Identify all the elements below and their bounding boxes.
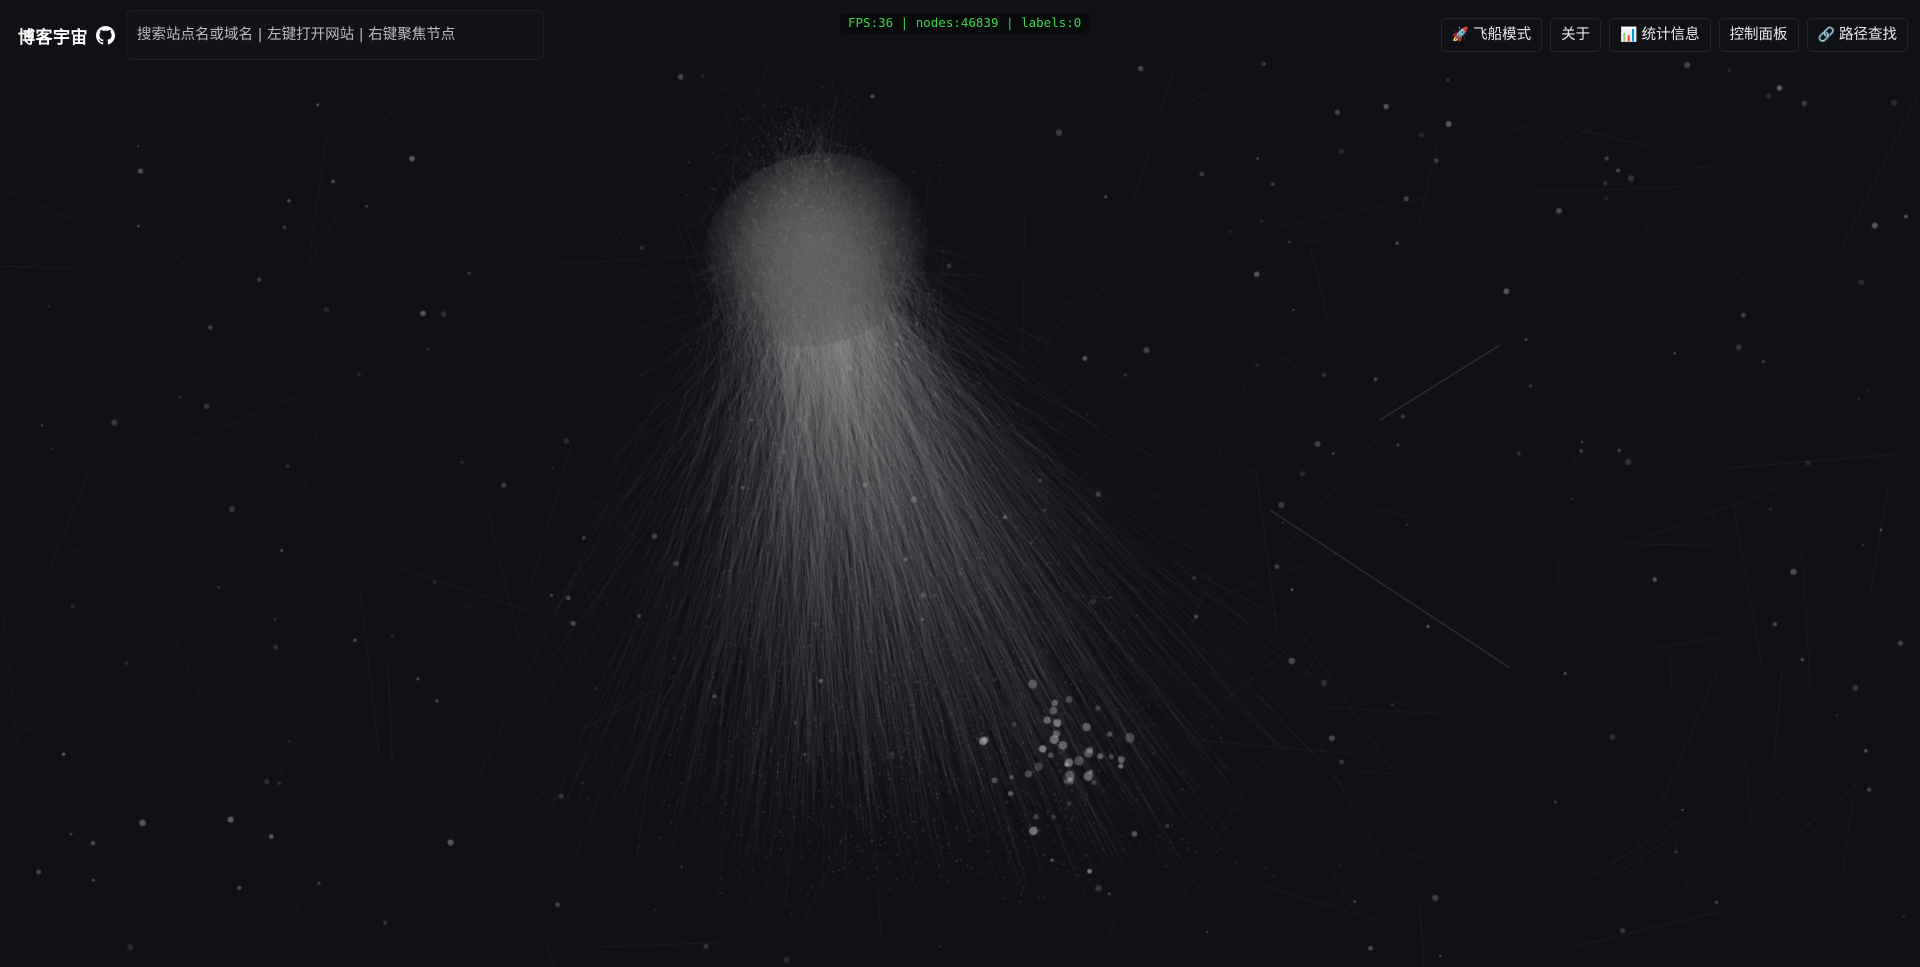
top-nav: 🚀 飞船模式 关于 📊 统计信息 控制面板 🔗 路径查找 <box>1440 18 1908 52</box>
link-icon: 🔗 <box>1817 27 1835 43</box>
app-title: 博客宇宙 <box>18 27 88 48</box>
statistics-label: 统计信息 <box>1641 27 1700 43</box>
brand: 博客宇宙 <box>18 15 115 55</box>
rocket-icon: 🚀 <box>1451 27 1470 43</box>
statistics-button[interactable]: 📊 统计信息 <box>1609 18 1711 52</box>
bar-chart-icon: 📊 <box>1620 27 1638 43</box>
network-graph-canvas[interactable] <box>0 0 1920 967</box>
fps-counter: FPS:36 | nodes:46839 | labels:0 <box>840 13 1090 33</box>
github-icon[interactable] <box>96 25 115 45</box>
path-finder-label: 路径查找 <box>1839 27 1897 43</box>
path-finder-button[interactable]: 🔗 路径查找 <box>1806 18 1908 52</box>
spaceship-mode-label: 飞船模式 <box>1473 27 1532 43</box>
spaceship-mode-button[interactable]: 🚀 飞船模式 <box>1440 18 1543 52</box>
about-label: 关于 <box>1561 27 1591 43</box>
about-button[interactable]: 关于 <box>1550 18 1602 52</box>
search-input[interactable] <box>126 10 544 60</box>
control-panel-label: 控制面板 <box>1729 27 1788 43</box>
control-panel-button[interactable]: 控制面板 <box>1718 18 1799 52</box>
